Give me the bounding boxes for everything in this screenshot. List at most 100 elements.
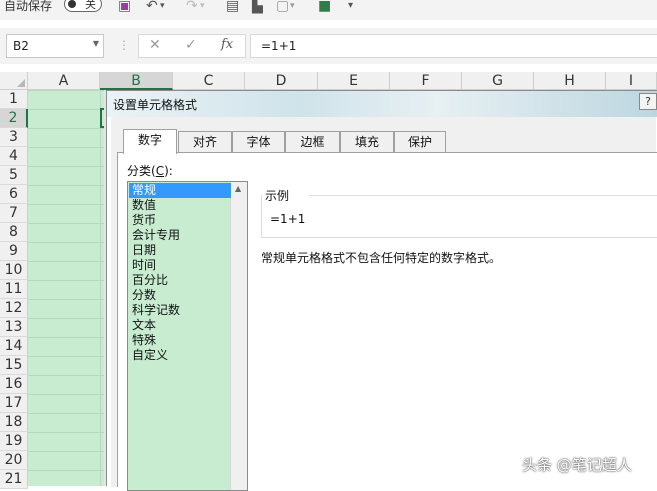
tab-1[interactable]: 对齐 [178,131,232,153]
formula-buttons: ✕ ✓ fx [138,34,246,58]
doc-dropdown-icon[interactable]: ▾ [290,0,295,15]
sample-label: 示例 [265,189,290,203]
customize-toolbar-icon[interactable]: ▾ [348,0,353,15]
category-item[interactable]: 时间 [129,258,231,273]
row-header-14[interactable]: 14 [0,337,28,356]
insert-function-icon[interactable]: fx [221,37,233,52]
formula-bar-grip: ⋮ [118,38,130,52]
name-box-value: B2 [13,39,29,53]
row-header-16[interactable]: 16 [0,375,28,394]
category-item[interactable]: 百分比 [129,273,231,288]
row-header-11[interactable]: 11 [0,280,28,299]
quick-access-toolbar: 自动保存 关 ▣ ↶ ▾ ↷ ▾ ▤ ▙ ▢ ▾ ■ ▾ [0,0,657,20]
tab-4[interactable]: 填充 [340,131,394,153]
category-label-post: ): [164,164,173,178]
column-header-b[interactable]: B [100,72,173,90]
watermark: 头条 @笔记超人 [522,456,632,474]
formula-bar: B2 ▼ ⋮ ✕ ✓ fx =1+1 [0,28,657,64]
column-header-i[interactable]: I [606,72,657,90]
category-list[interactable]: ▲ 常规 数值 货币 会计专用 日期 时间 百分比 分数 科学记数 文本 特殊 自定义 [127,181,248,491]
column-divider [100,90,101,486]
column-header-h[interactable]: H [534,72,606,90]
row-header-9[interactable]: 9 [0,242,28,261]
select-all-corner[interactable] [0,72,28,90]
formula-input[interactable]: =1+1 [250,34,657,58]
category-item[interactable]: 日期 [129,243,231,258]
dialog-title: 设置单元格格式 [113,98,198,112]
sample-group: 示例 =1+1 [261,187,657,238]
row-header-5[interactable]: 5 [0,166,28,185]
sample-group-border [309,195,657,196]
sample-value: =1+1 [270,212,306,226]
formula-value: =1+1 [261,39,297,53]
dialog-body: 数字 对齐 字体 边框 填充 保护 分类(C): ▲ 常规 数值 货币 会计专用 日期 时间 百分比分… [111,117,657,491]
category-item[interactable]: 会计专用 [129,228,231,243]
row-header-6[interactable]: 6 [0,185,28,204]
category-item[interactable]: 自定义 [129,348,231,363]
row-header-13[interactable]: 13 [0,318,28,337]
category-item[interactable]: 分数 [129,288,231,303]
save-icon[interactable]: ▣ [118,0,131,15]
sample-group-border-left [261,195,262,237]
column-header-e[interactable]: E [318,72,390,90]
category-item[interactable]: 货币 [129,213,231,228]
redo-icon[interactable]: ↷ [186,0,198,15]
sheet-icon[interactable]: ■ [318,0,331,15]
category-item[interactable]: 数值 [129,198,231,213]
toggle-knob [68,0,76,8]
row-header-2[interactable]: 2 [0,109,28,128]
scroll-up-icon[interactable]: ▲ [235,184,241,193]
sample-group-border-bottom [261,237,657,238]
category-label-pre: 分类( [127,164,156,178]
category-item[interactable]: 科学记数 [129,303,231,318]
row-header-17[interactable]: 17 [0,394,28,413]
toggle-state: 关 [85,0,96,11]
category-item[interactable]: 特殊 [129,333,231,348]
format-description: 常规单元格格式不包含任何特定的数字格式。 [261,251,502,265]
row-header-15[interactable]: 15 [0,356,28,375]
row-header-3[interactable]: 3 [0,128,28,147]
row-header-19[interactable]: 19 [0,432,28,451]
row-header-8[interactable]: 8 [0,223,28,242]
autosave-label: 自动保存 [4,0,53,13]
row-header-18[interactable]: 18 [0,413,28,432]
category-scrollbar[interactable]: ▲ [230,182,247,490]
chevron-down-icon[interactable]: ▼ [93,39,99,48]
row-header-1[interactable]: 1 [0,90,28,109]
row-header-12[interactable]: 12 [0,299,28,318]
tab-2[interactable]: 字体 [232,131,285,153]
column-header-a[interactable]: A [28,72,100,90]
category-label: 分类(C): [127,162,173,179]
undo-icon[interactable]: ↶ [146,0,158,15]
dialog-tabs: 数字 对齐 字体 边框 填充 保护 [117,129,657,154]
cell-grid[interactable] [28,90,108,486]
row-header-4[interactable]: 4 [0,147,28,166]
column-header-d[interactable]: D [245,72,318,90]
undo-dropdown-icon[interactable]: ▾ [160,0,165,15]
row-header-21[interactable]: 21 [0,470,28,489]
help-button[interactable]: ? [639,93,657,110]
redo-dropdown-icon[interactable]: ▾ [200,0,205,15]
enter-icon[interactable]: ✓ [185,37,197,53]
dialog-titlebar[interactable]: 设置单元格格式 ? [107,91,657,117]
tab-3[interactable]: 边框 [285,131,340,153]
column-header-c[interactable]: C [173,72,245,90]
tab-0[interactable]: 数字 [123,129,177,154]
row-header-7[interactable]: 7 [0,204,28,223]
category-label-hotkey: C [155,164,165,178]
format-cells-dialog: 设置单元格格式 ? 数字 对齐 字体 边框 填充 保护 分类(C): ▲ 常规 数值 货币 会计… [106,90,657,491]
name-box[interactable]: B2 ▼ [6,34,104,58]
cancel-icon[interactable]: ✕ [149,37,161,53]
autosave-toggle[interactable]: 关 [64,0,102,12]
row-header-20[interactable]: 20 [0,451,28,470]
number-tab-panel: 分类(C): ▲ 常规 数值 货币 会计专用 日期 时间 百分比 分数 科学记数 文本 特殊 自定义 … [117,152,657,491]
column-header-f[interactable]: F [390,72,462,90]
blank-doc-icon[interactable]: ▢ [276,0,289,15]
column-header-g[interactable]: G [462,72,534,90]
category-item[interactable]: 文本 [129,318,231,333]
row-header-10[interactable]: 10 [0,261,28,280]
tab-5[interactable]: 保护 [394,131,446,153]
print-icon[interactable]: ▙ [252,0,263,15]
print-preview-icon[interactable]: ▤ [226,0,239,15]
category-item[interactable]: 常规 [129,183,231,198]
